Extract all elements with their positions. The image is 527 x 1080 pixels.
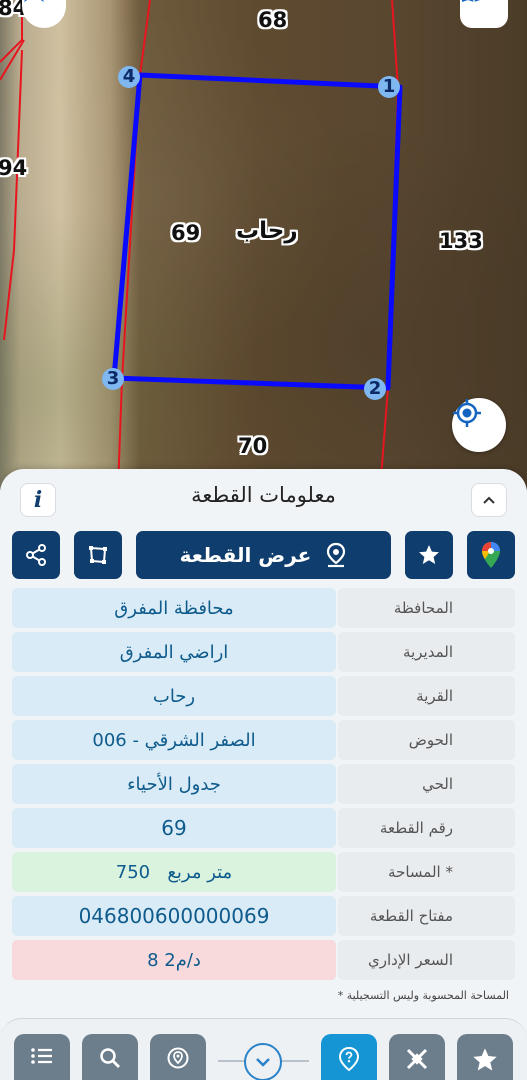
location-pin-icon — [327, 542, 346, 568]
favorites-button[interactable] — [457, 1034, 513, 1080]
info-row-area: 750 متر مربع المساحة * — [12, 852, 515, 892]
panel-title: معلومات القطعة — [191, 483, 336, 507]
parcel-number-label: 133 — [439, 229, 483, 253]
info-row-parcel-number: 69 رقم القطعة — [12, 808, 515, 848]
app-screen: 68 84 94 69 133 70 رحاب 1 2 3 4 i معلوما… — [0, 0, 527, 1080]
map-view[interactable]: 68 84 94 69 133 70 رحاب 1 2 3 4 — [0, 0, 527, 490]
vertex-marker: 1 — [378, 76, 400, 98]
district-value: جدول الأحياء — [12, 764, 336, 804]
panel-header: i معلومات القطعة — [0, 469, 527, 527]
list-icon — [31, 1048, 52, 1064]
show-parcel-button[interactable]: عرض القطعة — [136, 531, 391, 579]
boundary-line — [3, 49, 23, 341]
info-row-directorate: اراضي المفرق المديرية — [12, 632, 515, 672]
google-maps-button[interactable] — [467, 531, 515, 579]
google-maps-icon — [482, 542, 500, 568]
share-icon — [26, 544, 46, 566]
admin-price-value: 8 د/م2 — [12, 940, 336, 980]
chevron-down-icon — [256, 1058, 270, 1067]
directorate-value: اراضي المفرق — [12, 632, 336, 672]
basin-label: الحوض — [338, 720, 515, 760]
list-button[interactable] — [14, 1034, 70, 1080]
area-footnote: * المساحة المحسوبة وليس التسجيلية — [337, 989, 509, 1002]
drag-handle-line — [281, 1060, 309, 1062]
village-label-field: القرية — [338, 676, 515, 716]
collapse-panel-button[interactable] — [471, 483, 507, 517]
satellite-button[interactable] — [389, 1034, 445, 1080]
info-row-basin: الصفر الشرقي - 006 الحوض — [12, 720, 515, 760]
location-search-button[interactable] — [150, 1034, 206, 1080]
parcel-info-button[interactable] — [321, 1034, 377, 1080]
area-value: 750 متر مربع — [12, 852, 336, 892]
drag-handle-line — [218, 1060, 246, 1062]
admin-price-label: السعر الإداري — [338, 940, 515, 980]
favorite-button[interactable] — [405, 531, 453, 579]
parcel-number-value: 69 — [12, 808, 336, 848]
help-pin-icon — [338, 1046, 360, 1072]
parcel-number-label: 70 — [238, 434, 268, 458]
expand-toggle-button[interactable] — [244, 1043, 282, 1080]
map-layers-button[interactable] — [460, 0, 508, 28]
draw-polygon-button[interactable] — [74, 531, 122, 579]
locate-me-button[interactable] — [452, 398, 506, 452]
basin-value: الصفر الشرقي - 006 — [12, 720, 336, 760]
info-row-admin-price: 8 د/م2 السعر الإداري — [12, 940, 515, 980]
parcel-number-label-field: رقم القطعة — [338, 808, 515, 848]
parcel-number-label: 94 — [0, 156, 28, 180]
directorate-label: المديرية — [338, 632, 515, 672]
village-value: رحاب — [12, 676, 336, 716]
governorate-value: محافظة المفرق — [12, 588, 336, 628]
chevron-up-icon — [483, 496, 495, 504]
satellite-icon — [406, 1048, 428, 1070]
locate-icon — [453, 399, 481, 427]
info-row-parcel-key: 046800600000069 مفتاح القطعة — [12, 896, 515, 936]
star-icon — [473, 1048, 497, 1071]
map-layers-icon — [462, 0, 480, 2]
show-parcel-label: عرض القطعة — [179, 543, 312, 567]
bottom-toolbar — [0, 1018, 527, 1080]
location-search-icon — [167, 1047, 189, 1069]
area-label: المساحة * — [338, 852, 515, 892]
share-button[interactable] — [12, 531, 60, 579]
parcel-info-panel: i معلومات القطعة عرض القطعة محافظة المفر… — [0, 469, 527, 1029]
info-row-governorate: محافظة المفرق المحافظة — [12, 588, 515, 628]
parcel-key-value: 046800600000069 — [12, 896, 336, 936]
search-icon — [100, 1048, 120, 1068]
north-arrow-icon — [24, 0, 44, 2]
parcel-number-label: 68 — [258, 8, 288, 32]
star-icon — [419, 545, 439, 564]
info-row-village: رحاب القرية — [12, 676, 515, 716]
info-row-district: جدول الأحياء الحي — [12, 764, 515, 804]
search-button[interactable] — [82, 1034, 138, 1080]
parcel-number-label: 69 — [171, 221, 201, 245]
polygon-icon — [89, 546, 107, 564]
vertex-marker: 4 — [118, 66, 140, 88]
parcel-key-label: مفتاح القطعة — [338, 896, 515, 936]
vertex-marker: 3 — [102, 368, 124, 390]
governorate-label: المحافظة — [338, 588, 515, 628]
district-label: الحي — [338, 764, 515, 804]
vertex-marker: 2 — [364, 378, 386, 400]
village-label: رحاب — [236, 218, 298, 244]
